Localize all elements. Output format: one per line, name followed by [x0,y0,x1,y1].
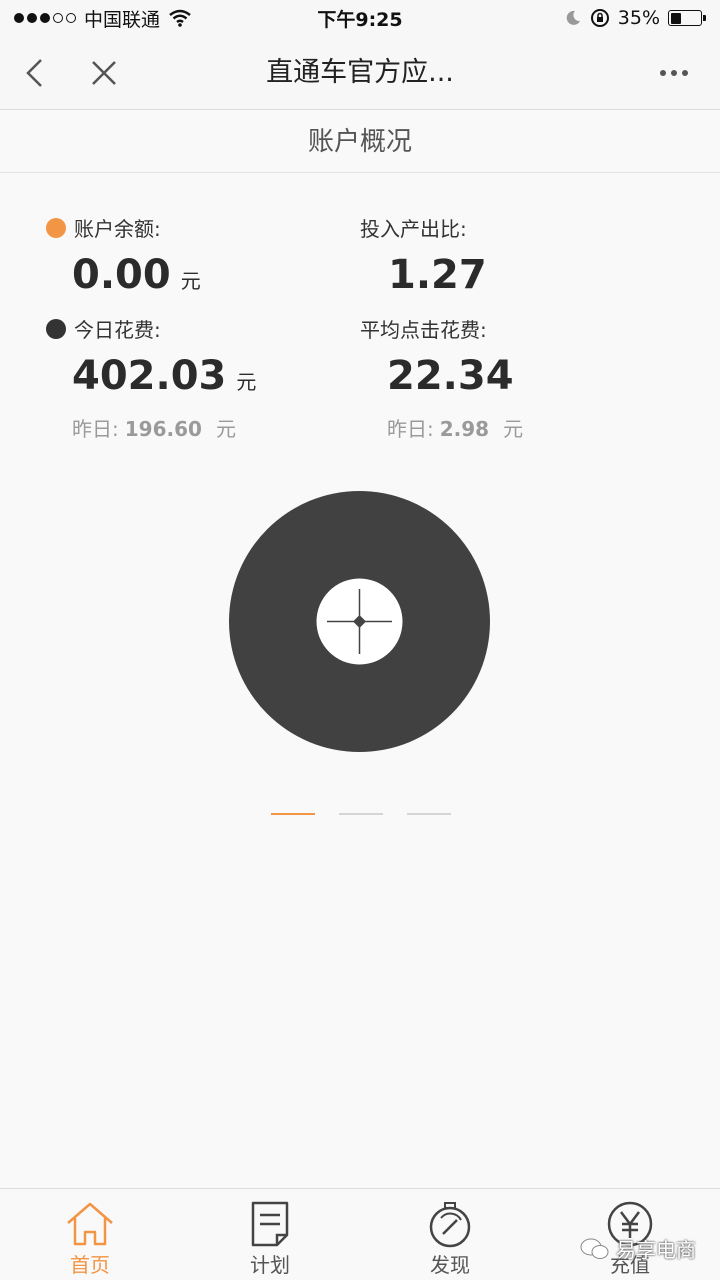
pager-indicator[interactable] [407,813,451,815]
pager-indicator[interactable] [271,813,315,815]
today-cost-stat: 今日花费: 402.03 元 昨日: 196.60 元 [46,314,256,442]
today-cost-dot-icon [46,318,66,339]
wechat-icon [580,1238,609,1259]
today-cost-unit: 元 [236,370,257,394]
tab-discover-label: 发现 [430,1253,470,1277]
spending-donut-chart [229,491,490,752]
watermark-text: 易享电商 [616,1238,696,1262]
today-cost-value: 402.03 [72,353,227,399]
roi-value: 1.27 [388,252,487,298]
today-cost-yesterday-unit: 元 [215,417,236,441]
watermark: 易享电商 [580,1234,696,1263]
tab-home[interactable]: 首页 [30,1189,150,1280]
avg-click-cost-stat: 平均点击花费: 22.34 昨日: 2.98 元 [360,314,523,442]
pager-indicator[interactable] [339,813,383,815]
chevron-left-icon [26,59,42,87]
battery-level [670,12,681,24]
balance-label: 账户余额: [74,217,161,241]
close-icon [92,61,116,85]
signal-strength-icon [14,13,76,23]
section-title: 账户概况 [0,111,720,173]
battery-percent: 35% [617,7,660,29]
document-icon [251,1201,289,1247]
more-icon [660,70,688,76]
avg-click-cost-label: 平均点击花费: [360,318,487,342]
home-icon [67,1202,113,1246]
avg-click-cost-yesterday-value: 2.98 [439,417,490,441]
today-cost-label: 今日花费: [74,318,161,342]
roi-stat: 投入产出比: 1.27 [360,213,487,298]
wifi-icon [169,9,191,27]
balance-value: 0.00 [72,252,171,298]
balance-stat: 账户余额: 0.00 元 [46,213,201,298]
tab-plan[interactable]: 计划 [210,1189,330,1280]
orientation-lock-icon [590,9,609,27]
avg-click-cost-yesterday-unit: 元 [503,417,524,441]
status-bar: 中国联通 下午9:25 35% [0,0,720,36]
page-title: 直通车官方应... [266,57,454,88]
carrier-name: 中国联通 [84,8,161,31]
balance-unit: 元 [180,269,201,293]
navigation-bar: 直通车官方应... [0,36,720,110]
balance-dot-icon [46,217,66,238]
chart-pager[interactable] [271,813,451,815]
compass-icon [429,1202,471,1248]
today-cost-yesterday-value: 196.60 [124,417,202,441]
more-options-button[interactable] [654,53,694,93]
battery-icon [668,10,706,26]
moon-icon [566,10,580,25]
avg-click-cost-yesterday-label: 昨日: [387,417,434,441]
back-button[interactable] [14,53,54,93]
avg-click-cost-value: 22.34 [387,353,514,399]
roi-label: 投入产出比: [360,217,467,241]
tab-discover[interactable]: 发现 [390,1189,510,1280]
tab-plan-label: 计划 [250,1253,290,1277]
today-cost-yesterday-label: 昨日: [72,417,119,441]
close-button[interactable] [84,53,124,93]
tab-home-label: 首页 [70,1253,110,1277]
